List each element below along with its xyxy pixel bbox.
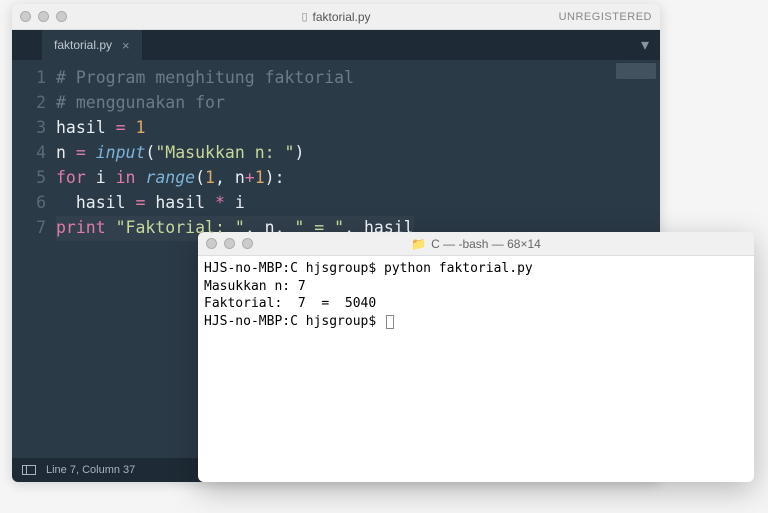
minimize-light[interactable] [38,11,49,22]
terminal-line: HJS-no-MBP:C hjsgroup$ [204,314,384,329]
terminal-title-text: C — -bash — 68×14 [431,237,541,251]
terminal-line: HJS-no-MBP:C hjsgroup$ python faktorial.… [204,261,533,276]
code-line: # menggunakan for [56,91,414,116]
tab-bar: faktorial.py × ▾ [12,30,660,60]
terminal-title: 📁 C — -bash — 68×14 [411,237,541,251]
gutter: 1 2 3 4 5 6 7 [12,60,56,458]
line-number: 2 [12,91,46,116]
panel-icon[interactable] [22,465,36,475]
line-number: 3 [12,116,46,141]
code-line: print "Faktorial: ", n, " = ", hasil [56,216,414,241]
line-number: 7 [12,216,46,241]
minimap[interactable] [616,63,656,79]
window-title: ▯ faktorial.py [301,10,370,24]
file-icon: ▯ [301,10,307,23]
line-number: 4 [12,141,46,166]
window-title-text: faktorial.py [313,10,371,24]
close-light[interactable] [20,11,31,22]
line-number: 5 [12,166,46,191]
maximize-light[interactable] [56,11,67,22]
editor-titlebar: ▯ faktorial.py UNREGISTERED [12,4,660,30]
tab-dropdown[interactable]: ▾ [630,30,660,60]
terminal-line: Masukkan n: 7 [204,279,306,294]
status-cursor-position: Line 7, Column 37 [46,464,135,476]
tab-label: faktorial.py [54,38,112,52]
terminal-cursor [386,315,394,329]
code-line: hasil = hasil * i [56,191,414,216]
code-line: # Program menghitung faktorial [56,66,414,91]
terminal-body[interactable]: HJS-no-MBP:C hjsgroup$ python faktorial.… [198,256,754,482]
chevron-down-icon: ▾ [641,35,649,55]
line-number: 6 [12,191,46,216]
tab-faktorial[interactable]: faktorial.py × [42,30,143,60]
code-line: hasil = 1 [56,116,414,141]
traffic-lights [20,11,67,22]
terminal-line: Faktorial: 7 = 5040 [204,296,376,311]
code-line: for i in range(1, n+1): [56,166,414,191]
terminal-window: 📁 C — -bash — 68×14 HJS-no-MBP:C hjsgrou… [198,232,754,482]
close-icon[interactable]: × [122,38,130,53]
code-line: n = input("Masukkan n: ") [56,141,414,166]
registration-badge: UNREGISTERED [559,11,652,23]
line-number: 1 [12,66,46,91]
